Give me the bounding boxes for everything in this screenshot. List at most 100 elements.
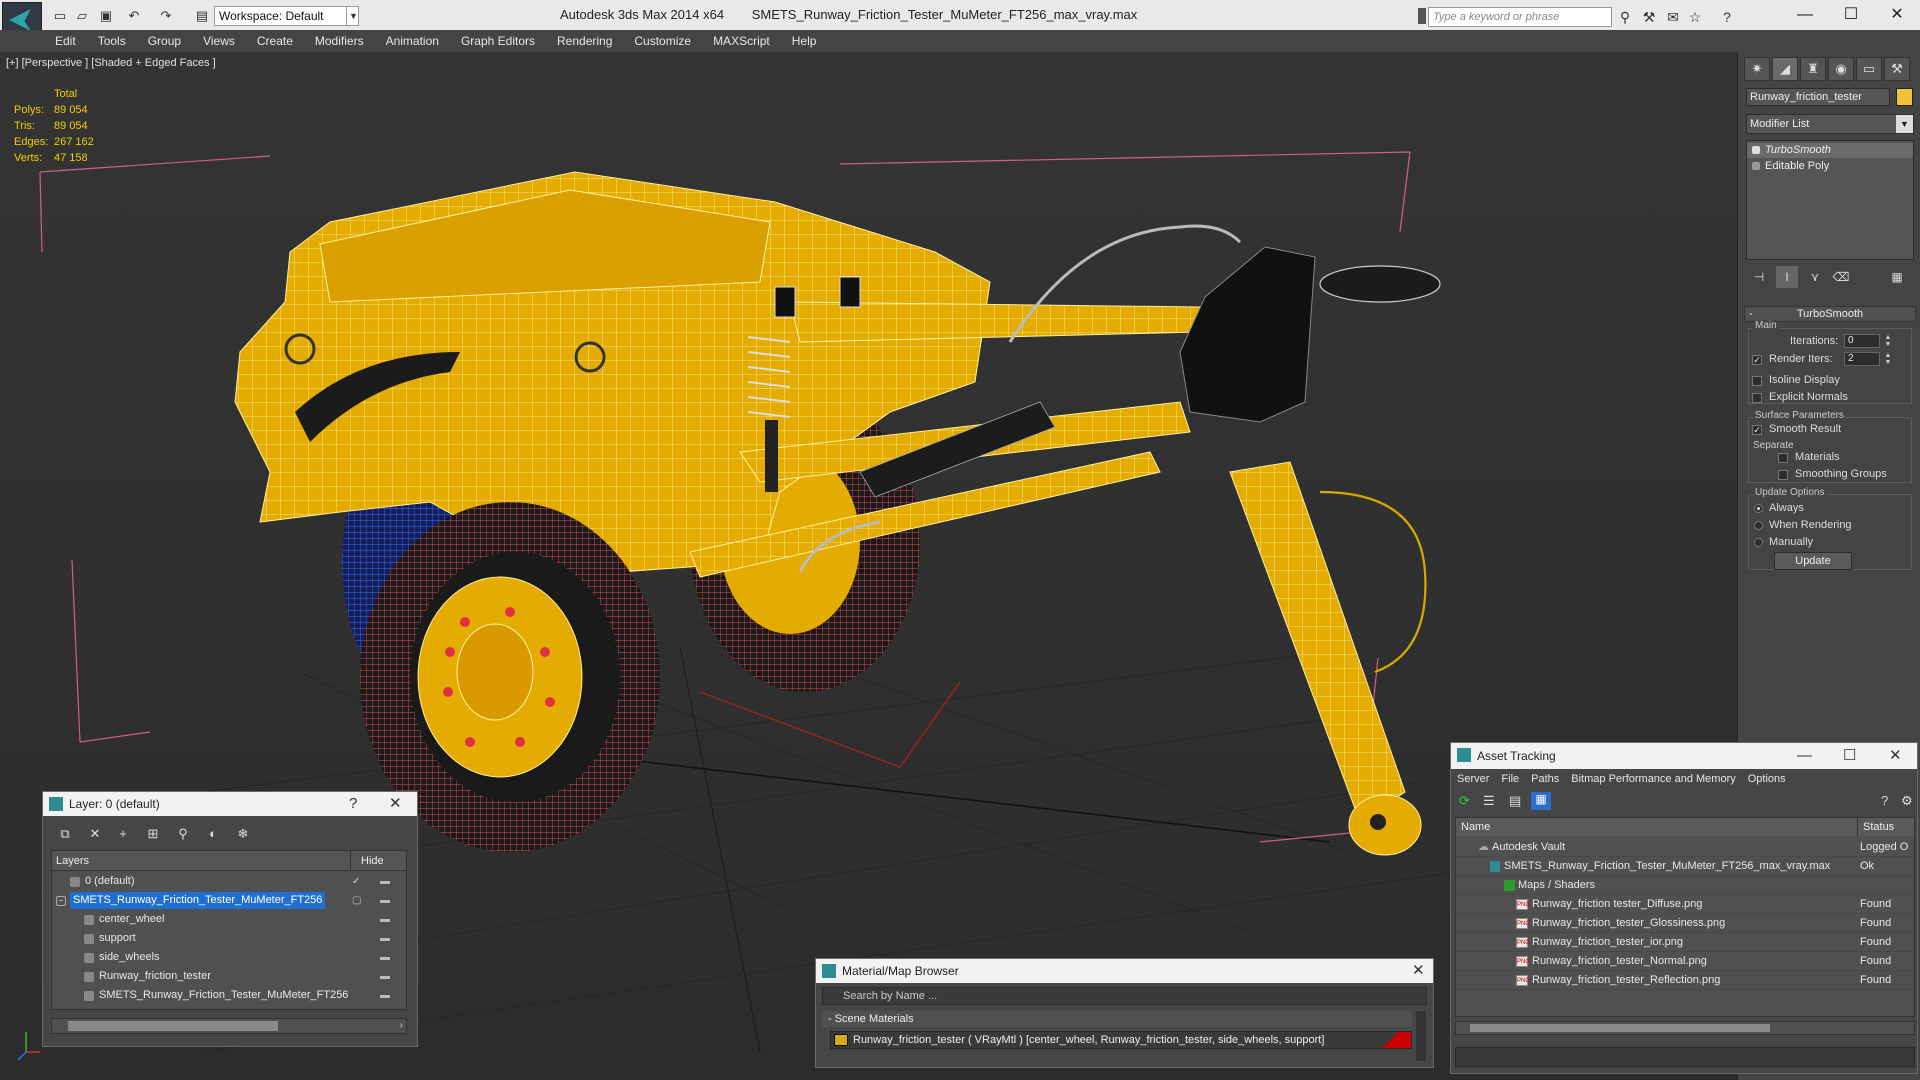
layer-dialog-title-bar[interactable]: Layer: 0 (default) ? ✕ — [43, 792, 417, 816]
materials-checkbox[interactable] — [1778, 453, 1788, 463]
spinner-arrows-icon[interactable]: ▲ ▼ — [1884, 334, 1892, 348]
viewport-label[interactable]: [+] [Perspective ] [Shaded + Edged Faces… — [6, 57, 216, 69]
asset-tracking-title-bar[interactable]: Asset Tracking — ☐ ✕ — [1451, 743, 1917, 769]
freeze-all-icon[interactable]: ❄ — [233, 824, 253, 844]
menu-views[interactable]: Views — [192, 30, 246, 52]
close-icon[interactable]: ✕ — [1889, 743, 1902, 769]
render-iters-checkbox[interactable]: ✓ — [1752, 355, 1762, 365]
select-objects-icon[interactable]: ⊞ — [143, 824, 163, 844]
new-file-icon[interactable]: ▭ — [50, 6, 70, 26]
asset-row[interactable]: PNG Runway_friction_tester_ior.png Found — [1456, 933, 1914, 952]
close-icon[interactable]: ✕ — [1874, 0, 1920, 30]
hide-column-header[interactable]: Hide — [350, 851, 406, 871]
save-file-icon[interactable]: ▣ — [96, 6, 116, 26]
asset-row[interactable]: PNG Runway_friction_tester_Normal.png Fo… — [1456, 952, 1914, 971]
stack-item-turbosmooth[interactable]: TurboSmooth — [1747, 143, 1913, 158]
menu-maxscript[interactable]: MAXScript — [702, 30, 781, 52]
minimize-icon[interactable]: — — [1782, 0, 1828, 30]
search-input[interactable]: Type a keyword or phrase — [1428, 7, 1612, 27]
asset-path-field[interactable] — [1455, 1047, 1915, 1067]
expand-plus-icon[interactable] — [1752, 162, 1760, 170]
help-icon[interactable]: ? — [1718, 8, 1736, 26]
menu-bitmap-performance[interactable]: Bitmap Performance and Memory — [1565, 769, 1741, 789]
chevron-down-icon[interactable]: ▼ — [346, 6, 360, 26]
configure-modifier-sets-icon[interactable]: ▦ — [1886, 266, 1908, 288]
menu-graph-editors[interactable]: Graph Editors — [450, 30, 546, 52]
maximize-icon[interactable]: ☐ — [1843, 743, 1856, 769]
create-tab-icon[interactable]: ✷ — [1744, 57, 1770, 81]
when-rendering-radio[interactable] — [1754, 521, 1763, 530]
asset-row[interactable]: PNG Runway_friction_tester_Glossiness.pn… — [1456, 914, 1914, 933]
close-icon[interactable]: ✕ — [389, 792, 402, 816]
list-view-icon[interactable]: ☰ — [1483, 793, 1495, 809]
layer-row[interactable]: support ▬ — [52, 929, 406, 948]
smooth-result-checkbox[interactable]: ✓ — [1752, 425, 1762, 435]
material-item[interactable]: Runway_friction_tester ( VRayMtl ) [cent… — [830, 1031, 1412, 1049]
layer-row[interactable]: SMETS_Runway_Friction_Tester_MuMeter_FT2… — [52, 986, 406, 1005]
stack-item-editable-poly[interactable]: Editable Poly — [1747, 159, 1913, 174]
object-color-swatch[interactable] — [1896, 88, 1913, 106]
help-icon[interactable]: ? — [349, 792, 357, 816]
menu-file[interactable]: File — [1495, 769, 1525, 789]
menu-help[interactable]: Help — [781, 30, 828, 52]
always-radio[interactable] — [1754, 504, 1763, 513]
settings-icon[interactable]: ⚙ — [1901, 793, 1913, 809]
workspace-dropdown[interactable]: Workspace: Default — [214, 6, 359, 26]
menu-create[interactable]: Create — [246, 30, 304, 52]
detail-view-icon[interactable]: ▤ — [1509, 793, 1521, 809]
project-folder-icon[interactable]: ▤ — [192, 6, 212, 26]
menu-edit[interactable]: Edit — [44, 30, 87, 52]
highlight-layer-icon[interactable]: ⚲ — [173, 824, 193, 844]
show-end-result-icon[interactable]: I — [1776, 266, 1798, 288]
current-layer-check-icon[interactable]: ✓ — [352, 872, 360, 891]
hierarchy-tab-icon[interactable]: ♜ — [1800, 57, 1826, 81]
modifier-list-dropdown[interactable]: Modifier List — [1746, 114, 1914, 134]
display-tab-icon[interactable]: ▭ — [1856, 57, 1882, 81]
refresh-icon[interactable]: ⟳ — [1459, 793, 1470, 809]
asset-row[interactable]: SMETS_Runway_Friction_Tester_MuMeter_FT2… — [1456, 857, 1914, 876]
render-iters-spinner[interactable]: 2 — [1844, 352, 1880, 366]
light-bulb-icon[interactable] — [1752, 146, 1760, 154]
layer-row[interactable]: − SMETS_Runway_Friction_Tester_MuMeter_F… — [52, 891, 406, 910]
hide-toggle-icon[interactable]: ▬ — [380, 986, 390, 1005]
asset-row[interactable]: PNG Runway_friction_tester_Reflection.pn… — [1456, 971, 1914, 990]
hide-toggle-icon[interactable]: ▬ — [380, 872, 390, 891]
utilities-tab-icon[interactable]: ⚒ — [1884, 57, 1910, 81]
hide-toggle-icon[interactable]: ▬ — [380, 891, 390, 910]
create-layer-icon[interactable]: ⧉ — [55, 824, 75, 844]
name-column-header[interactable]: Name — [1456, 818, 1858, 836]
explicit-normals-checkbox[interactable] — [1752, 393, 1762, 403]
pin-stack-icon[interactable]: ⊣ — [1748, 266, 1770, 288]
object-name-field[interactable]: Runway_friction_tester — [1746, 88, 1890, 106]
redo-icon[interactable]: ↷ — [156, 6, 176, 26]
smoothing-groups-checkbox[interactable] — [1778, 470, 1788, 480]
asset-horizontal-scrollbar[interactable] — [1455, 1021, 1915, 1035]
material-browser-title-bar[interactable]: Material/Map Browser ✕ — [816, 959, 1433, 983]
menu-options[interactable]: Options — [1742, 769, 1792, 789]
spinner-arrows-icon[interactable]: ▲ ▼ — [1884, 352, 1892, 366]
menu-tools[interactable]: Tools — [87, 30, 137, 52]
layer-row[interactable]: center_wheel ▬ — [52, 910, 406, 929]
hide-all-icon[interactable]: ◐ — [203, 824, 223, 844]
layer-row[interactable]: side_wheels ▬ — [52, 948, 406, 967]
hide-toggle-icon[interactable]: ▬ — [380, 910, 390, 929]
menu-paths[interactable]: Paths — [1525, 769, 1565, 789]
communication-icon[interactable]: ✉ — [1664, 8, 1682, 26]
open-file-icon[interactable]: ▱ — [72, 6, 92, 26]
favorites-star-icon[interactable]: ☆ — [1686, 8, 1704, 26]
table-view-icon[interactable]: ▦ — [1531, 792, 1551, 810]
binoculars-icon[interactable]: ⚲ — [1616, 8, 1634, 26]
material-browser-scrollbar[interactable] — [1416, 1011, 1426, 1061]
current-layer-box-icon[interactable]: ▢ — [352, 891, 361, 910]
menu-animation[interactable]: Animation — [375, 30, 450, 52]
asset-row[interactable]: ☁ Autodesk Vault Logged O — [1456, 838, 1914, 857]
hide-toggle-icon[interactable]: ▬ — [380, 948, 390, 967]
layer-row[interactable]: 0 (default) ✓ ▬ — [52, 872, 406, 891]
asset-row[interactable]: Maps / Shaders — [1456, 876, 1914, 895]
menu-group[interactable]: Group — [137, 30, 192, 52]
remove-modifier-icon[interactable]: ⌫ — [1830, 266, 1852, 288]
scrollbar-thumb[interactable] — [68, 1021, 278, 1031]
search-expand-icon[interactable] — [1418, 8, 1426, 24]
asset-row[interactable]: PNG Runway_friction tester_Diffuse.png F… — [1456, 895, 1914, 914]
scrollbar-thumb[interactable] — [1470, 1024, 1770, 1032]
